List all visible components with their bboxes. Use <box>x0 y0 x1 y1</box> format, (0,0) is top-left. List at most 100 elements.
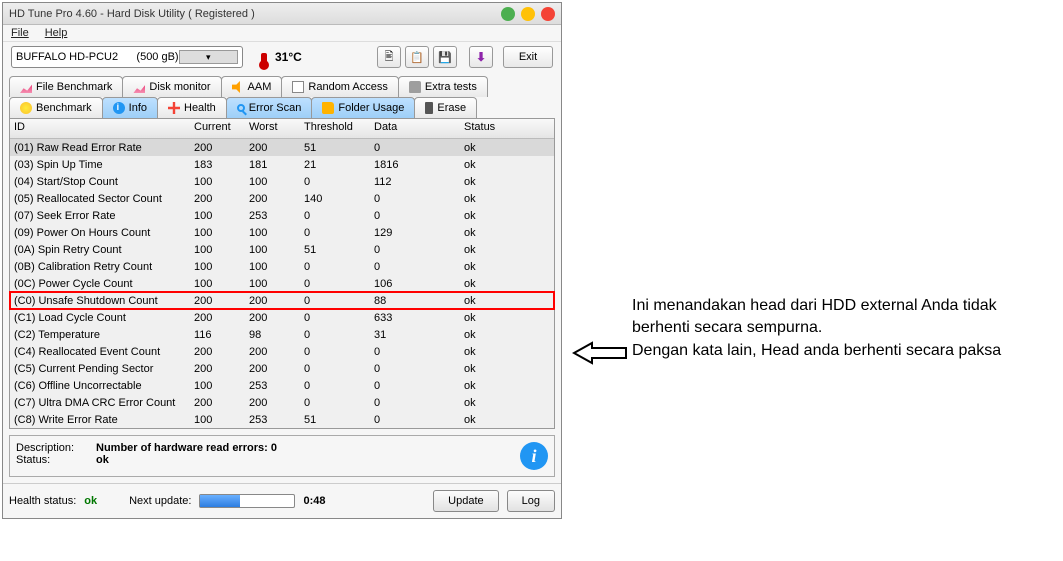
table-row[interactable]: (01) Raw Read Error Rate200200510ok <box>10 139 554 156</box>
bottom-bar: Health status: ok Next update: 0:48 Upda… <box>3 483 561 518</box>
status-value: ok <box>96 454 109 466</box>
cell-data: 0 <box>370 395 460 411</box>
screenshot-button[interactable] <box>405 46 429 68</box>
description-box: Description: Number of hardware read err… <box>9 435 555 477</box>
tab-disk-monitor[interactable]: Disk monitor <box>122 76 221 97</box>
cell-thr: 0 <box>300 174 370 190</box>
tab-info[interactable]: Info <box>102 97 158 118</box>
table-row[interactable]: (07) Seek Error Rate10025300ok <box>10 207 554 224</box>
table-row[interactable]: (05) Reallocated Sector Count2002001400o… <box>10 190 554 207</box>
menu-file[interactable]: File <box>11 27 29 39</box>
exit-button[interactable]: Exit <box>503 46 553 68</box>
update-button[interactable]: Update <box>433 490 498 512</box>
cell-thr: 51 <box>300 412 370 428</box>
folder-icon <box>322 102 334 114</box>
temperature-display: 31°C <box>257 47 302 67</box>
cell-worst: 100 <box>245 225 300 241</box>
copy-button[interactable] <box>377 46 401 68</box>
tab-random-access[interactable]: Random Access <box>281 76 398 97</box>
cell-status: ok <box>460 276 554 292</box>
cell-thr: 0 <box>300 344 370 360</box>
cell-cur: 116 <box>190 327 245 343</box>
menu-help[interactable]: Help <box>45 27 68 39</box>
cell-id: (0C) Power Cycle Count <box>10 276 190 292</box>
log-button[interactable]: Log <box>507 490 555 512</box>
app-window: HD Tune Pro 4.60 - Hard Disk Utility ( R… <box>2 2 562 519</box>
table-row[interactable]: (C4) Reallocated Event Count20020000ok <box>10 343 554 360</box>
desc-value: Number of hardware read errors: 0 <box>96 442 277 454</box>
tab-extra-tests[interactable]: Extra tests <box>398 76 488 97</box>
cell-thr: 0 <box>300 361 370 377</box>
save-button[interactable] <box>433 46 457 68</box>
tab-erase[interactable]: Erase <box>414 97 477 118</box>
table-row[interactable]: (0C) Power Cycle Count1001000106ok <box>10 275 554 292</box>
titlebar[interactable]: HD Tune Pro 4.60 - Hard Disk Utility ( R… <box>3 3 561 25</box>
table-row[interactable]: (C7) Ultra DMA CRC Error Count20020000ok <box>10 394 554 411</box>
table-row[interactable]: (0B) Calibration Retry Count10010000ok <box>10 258 554 275</box>
tab-aam[interactable]: AAM <box>221 76 283 97</box>
header-threshold[interactable]: Threshold <box>300 119 370 138</box>
screenshot-icon <box>410 50 424 64</box>
header-status[interactable]: Status <box>460 119 554 138</box>
header-current[interactable]: Current <box>190 119 245 138</box>
table-row[interactable]: (C6) Offline Uncorrectable10025300ok <box>10 377 554 394</box>
cell-thr: 51 <box>300 242 370 258</box>
table-row[interactable]: (03) Spin Up Time183181211816ok <box>10 156 554 173</box>
info-circle-icon[interactable]: i <box>520 442 548 470</box>
cell-data: 0 <box>370 361 460 377</box>
doc-icon <box>292 81 304 93</box>
cell-data: 0 <box>370 378 460 394</box>
header-id[interactable]: ID <box>10 119 190 138</box>
table-row[interactable]: (C8) Write Error Rate100253510ok <box>10 411 554 428</box>
header-data[interactable]: Data <box>370 119 460 138</box>
tab-file-benchmark[interactable]: File Benchmark <box>9 76 123 97</box>
cell-status: ok <box>460 174 554 190</box>
cell-cur: 200 <box>190 344 245 360</box>
cell-status: ok <box>460 310 554 326</box>
cell-worst: 253 <box>245 378 300 394</box>
cell-id: (C2) Temperature <box>10 327 190 343</box>
erase-icon <box>425 102 433 114</box>
cell-data: 633 <box>370 310 460 326</box>
drive-select[interactable]: BUFFALO HD-PCU2 (500 gB) ▾ <box>11 46 243 68</box>
minimize-button[interactable] <box>501 7 515 21</box>
window-title: HD Tune Pro 4.60 - Hard Disk Utility ( R… <box>9 8 495 20</box>
next-update-progress <box>199 494 295 508</box>
cell-cur: 100 <box>190 242 245 258</box>
cell-worst: 200 <box>245 140 300 156</box>
cell-thr: 140 <box>300 191 370 207</box>
tab-error-scan[interactable]: Error Scan <box>226 97 313 118</box>
cell-id: (0B) Calibration Retry Count <box>10 259 190 275</box>
table-row[interactable]: (04) Start/Stop Count1001000112ok <box>10 173 554 190</box>
table-row[interactable]: (09) Power On Hours Count1001000129ok <box>10 224 554 241</box>
speaker-icon <box>232 81 244 93</box>
maximize-button[interactable] <box>521 7 535 21</box>
cell-cur: 100 <box>190 276 245 292</box>
table-row[interactable]: (C0) Unsafe Shutdown Count200200088ok <box>10 292 554 309</box>
close-button[interactable] <box>541 7 555 21</box>
cell-status: ok <box>460 395 554 411</box>
tab-folder-usage[interactable]: Folder Usage <box>311 97 415 118</box>
health-status-label: Health status: <box>9 495 76 507</box>
drive-selected-label: BUFFALO HD-PCU2 (500 gB) <box>16 51 179 63</box>
cell-cur: 100 <box>190 378 245 394</box>
cell-id: (C8) Write Error Rate <box>10 412 190 428</box>
tab-benchmark[interactable]: Benchmark <box>9 97 103 118</box>
cell-thr: 0 <box>300 293 370 309</box>
cell-data: 0 <box>370 140 460 156</box>
next-update-value: 0:48 <box>303 495 325 507</box>
search-icon <box>237 104 245 112</box>
table-row[interactable]: (C1) Load Cycle Count2002000633ok <box>10 309 554 326</box>
table-row[interactable]: (0A) Spin Retry Count100100510ok <box>10 241 554 258</box>
cell-status: ok <box>460 140 554 156</box>
cell-cur: 100 <box>190 412 245 428</box>
temperature-value: 31°C <box>275 50 302 64</box>
download-button[interactable]: ⬇ <box>469 46 493 68</box>
header-worst[interactable]: Worst <box>245 119 300 138</box>
db-icon <box>409 81 421 93</box>
table-row[interactable]: (C2) Temperature11698031ok <box>10 326 554 343</box>
cell-worst: 181 <box>245 157 300 173</box>
cell-cur: 200 <box>190 310 245 326</box>
table-row[interactable]: (C5) Current Pending Sector20020000ok <box>10 360 554 377</box>
tab-health[interactable]: Health <box>157 97 227 118</box>
